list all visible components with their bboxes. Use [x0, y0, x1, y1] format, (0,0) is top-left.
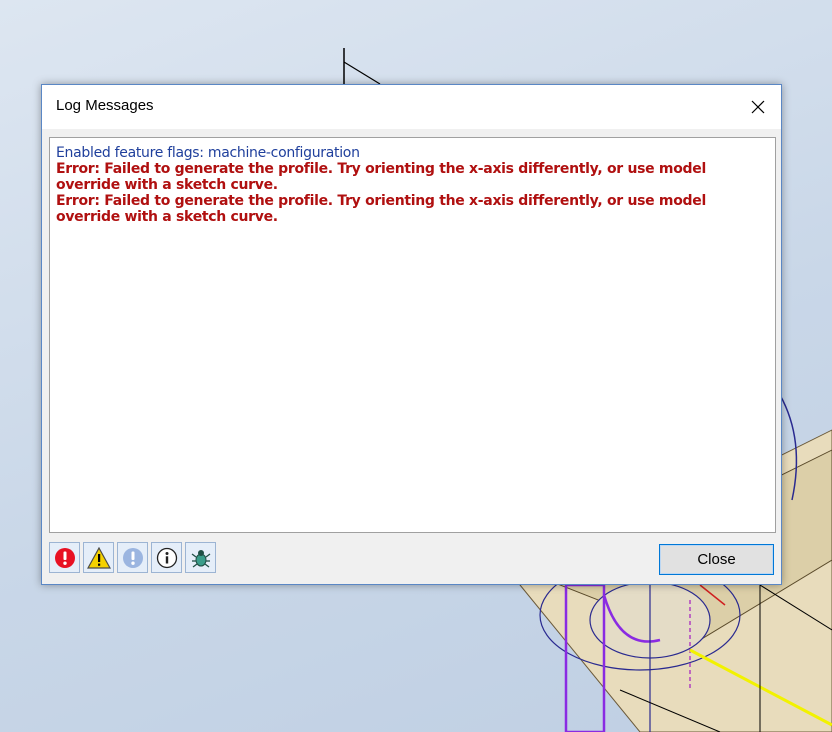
- log-message-info: Enabled feature flags: machine-configura…: [56, 145, 360, 161]
- filter-toolbar: [49, 542, 216, 576]
- info-icon: [156, 547, 177, 568]
- log-message-error: Error: Failed to generate the profile. T…: [56, 193, 706, 225]
- dialog-title: Log Messages: [56, 97, 154, 114]
- title-close-button[interactable]: [735, 85, 781, 129]
- log-messages-dialog: Log Messages Enabled feature flags: mach…: [41, 84, 782, 585]
- error-icon: [54, 547, 75, 568]
- bug-icon: [191, 549, 210, 568]
- title-bar[interactable]: Log Messages: [42, 85, 781, 129]
- filter-notices-button[interactable]: [117, 542, 148, 573]
- warning-icon: [86, 546, 111, 569]
- log-message-error: Error: Failed to generate the profile. T…: [56, 161, 706, 193]
- log-messages-list[interactable]: Enabled feature flags: machine-configura…: [49, 137, 776, 533]
- filter-info-button[interactable]: [151, 542, 182, 573]
- close-icon: [751, 100, 765, 114]
- close-button[interactable]: Close: [659, 544, 774, 575]
- notice-icon: [122, 547, 143, 568]
- filter-errors-button[interactable]: [49, 542, 80, 573]
- filter-warnings-button[interactable]: [83, 542, 114, 573]
- filter-debug-button[interactable]: [185, 542, 216, 573]
